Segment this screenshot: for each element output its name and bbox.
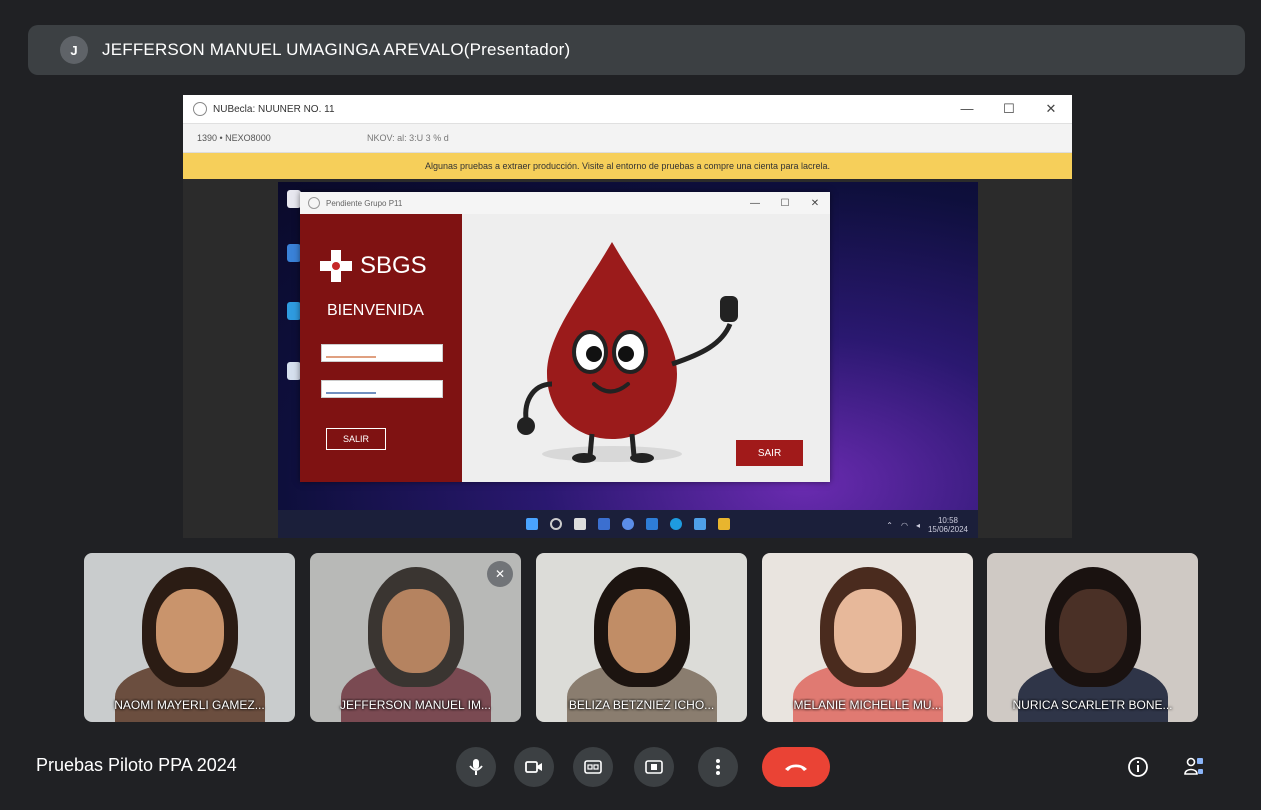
- participant-tile[interactable]: BELIZA BETZNIEZ ICHO...: [536, 553, 747, 722]
- app-close-button[interactable]: ✕: [800, 198, 830, 209]
- login-panel: SBGS BIENVENIDA SALIR: [300, 214, 462, 482]
- tray-date: 15/06/2024: [927, 525, 968, 534]
- shared-window-titlebar: NUBecla: NUUNER NO. 11 — ☐ ✕: [183, 95, 1072, 124]
- password-field[interactable]: [321, 380, 443, 398]
- tray-clock[interactable]: 10:58 15/06/2024: [928, 516, 968, 534]
- address-right[interactable]: NKOV: al: 3:U 3 % d: [367, 133, 449, 143]
- username-field[interactable]: [321, 344, 443, 362]
- desktop-icon[interactable]: [287, 302, 301, 320]
- start-icon[interactable]: [526, 518, 538, 530]
- store-icon[interactable]: [694, 518, 706, 530]
- logo-text: SBGS: [360, 252, 427, 279]
- task-view-icon[interactable]: [574, 518, 586, 530]
- present-icon: [645, 760, 663, 774]
- app-minimize-button[interactable]: —: [740, 198, 770, 209]
- shared-window-title: NUBecla: NUUNER NO. 11: [213, 103, 335, 115]
- close-button[interactable]: ✕: [1030, 101, 1072, 117]
- people-button[interactable]: [1182, 755, 1206, 779]
- participant-name: NAOMI MAYERLI GAMEZ...: [114, 698, 265, 712]
- window-app-icon: [193, 102, 207, 116]
- shared-window-address-bar: 1390 • NEXO8000 NKOV: al: 3:U 3 % d: [183, 124, 1072, 153]
- login-exit-button[interactable]: SALIR: [326, 428, 386, 450]
- app-titlebar: Pendiente Grupo P11 — ☐ ✕: [300, 192, 830, 214]
- app-title: Pendiente Grupo P11: [326, 198, 403, 208]
- file-explorer-icon[interactable]: [718, 518, 730, 530]
- participant-name: BELIZA BETZNIEZ ICHO...: [568, 698, 715, 712]
- presenter-avatar: J: [60, 36, 88, 64]
- end-call-icon: [785, 764, 807, 771]
- system-tray: ⌃ ◠ ◂ 10:58 15/06/2024: [886, 516, 968, 534]
- edge-icon[interactable]: [670, 518, 682, 530]
- participant-face: [833, 589, 902, 673]
- participant-tile[interactable]: JEFFERSON MANUEL IM... ✕: [310, 553, 521, 722]
- warning-banner: Algunas pruebas a extraer producción. Vi…: [183, 153, 1072, 179]
- app-maximize-button[interactable]: ☐: [770, 198, 800, 209]
- app-window-icon: [308, 197, 320, 209]
- participant-face: [607, 589, 676, 673]
- chat-icon[interactable]: [622, 518, 634, 530]
- participant-face: [155, 589, 224, 673]
- captions-icon: [584, 760, 602, 774]
- mascot-panel: SAIR: [462, 214, 830, 482]
- participant-tile[interactable]: NURICA SCARLETR BONE...: [987, 553, 1198, 722]
- participant-name: MELANIE MICHELLE MU...: [793, 698, 942, 712]
- participant-name: NURICA SCARLETR BONE...: [1012, 698, 1173, 712]
- presenter-name: JEFFERSON MANUEL UMAGINGA AREVALO(Presen…: [102, 40, 571, 59]
- wifi-icon[interactable]: ◠: [901, 521, 908, 530]
- shared-screen: NUBecla: NUUNER NO. 11 — ☐ ✕ 1390 • NEXO…: [183, 95, 1072, 538]
- medical-cross-icon: [320, 250, 352, 282]
- more-options-button[interactable]: [698, 747, 738, 787]
- remote-desktop: Pendiente Grupo P11 — ☐ ✕ SBGS BIENVENID…: [278, 182, 978, 538]
- participant-face: [381, 589, 450, 673]
- more-icon: [716, 759, 720, 775]
- captions-button[interactable]: [573, 747, 613, 787]
- desktop-icon[interactable]: [287, 190, 301, 208]
- tray-time: 10:58: [937, 516, 958, 525]
- end-call-button[interactable]: [762, 747, 830, 787]
- meeting-info-button[interactable]: [1126, 755, 1150, 779]
- widgets-icon[interactable]: [598, 518, 610, 530]
- mic-button[interactable]: [456, 747, 496, 787]
- tray-chevron-icon[interactable]: ⌃: [886, 521, 893, 530]
- present-button[interactable]: [634, 747, 674, 787]
- sbgs-logo: SBGS: [320, 250, 427, 282]
- volume-icon[interactable]: ◂: [916, 521, 920, 530]
- participant-name: JEFFERSON MANUEL IM...: [340, 698, 491, 712]
- participant-tile[interactable]: NAOMI MAYERLI GAMEZ...: [84, 553, 295, 722]
- meeting-title: Pruebas Piloto PPA 2024: [36, 755, 237, 775]
- mic-off-icon: ✕: [487, 561, 513, 587]
- word-icon[interactable]: [646, 518, 658, 530]
- camera-button[interactable]: [514, 747, 554, 787]
- address-left[interactable]: 1390 • NEXO8000: [197, 133, 347, 143]
- info-icon: [1128, 757, 1148, 777]
- mic-icon: [469, 759, 483, 775]
- desktop-icon[interactable]: [287, 362, 301, 380]
- presenter-bar: J JEFFERSON MANUEL UMAGINGA AREVALO(Pres…: [28, 25, 1245, 75]
- search-icon[interactable]: [550, 518, 562, 530]
- welcome-heading: BIENVENIDA: [327, 302, 424, 319]
- camera-icon: [525, 761, 542, 773]
- exit-button[interactable]: SAIR: [736, 440, 803, 466]
- people-icon: [1184, 757, 1203, 775]
- participant-face: [1058, 589, 1127, 673]
- sbgs-app-window: Pendiente Grupo P11 — ☐ ✕ SBGS BIENVENID…: [300, 192, 830, 482]
- desktop-icon[interactable]: [287, 244, 301, 262]
- minimize-button[interactable]: —: [946, 101, 988, 117]
- participant-tile[interactable]: MELANIE MICHELLE MU...: [762, 553, 973, 722]
- maximize-button[interactable]: ☐: [988, 101, 1030, 117]
- blood-drop-mascot: [517, 242, 738, 463]
- windows-taskbar: ⌃ ◠ ◂ 10:58 15/06/2024: [278, 510, 978, 538]
